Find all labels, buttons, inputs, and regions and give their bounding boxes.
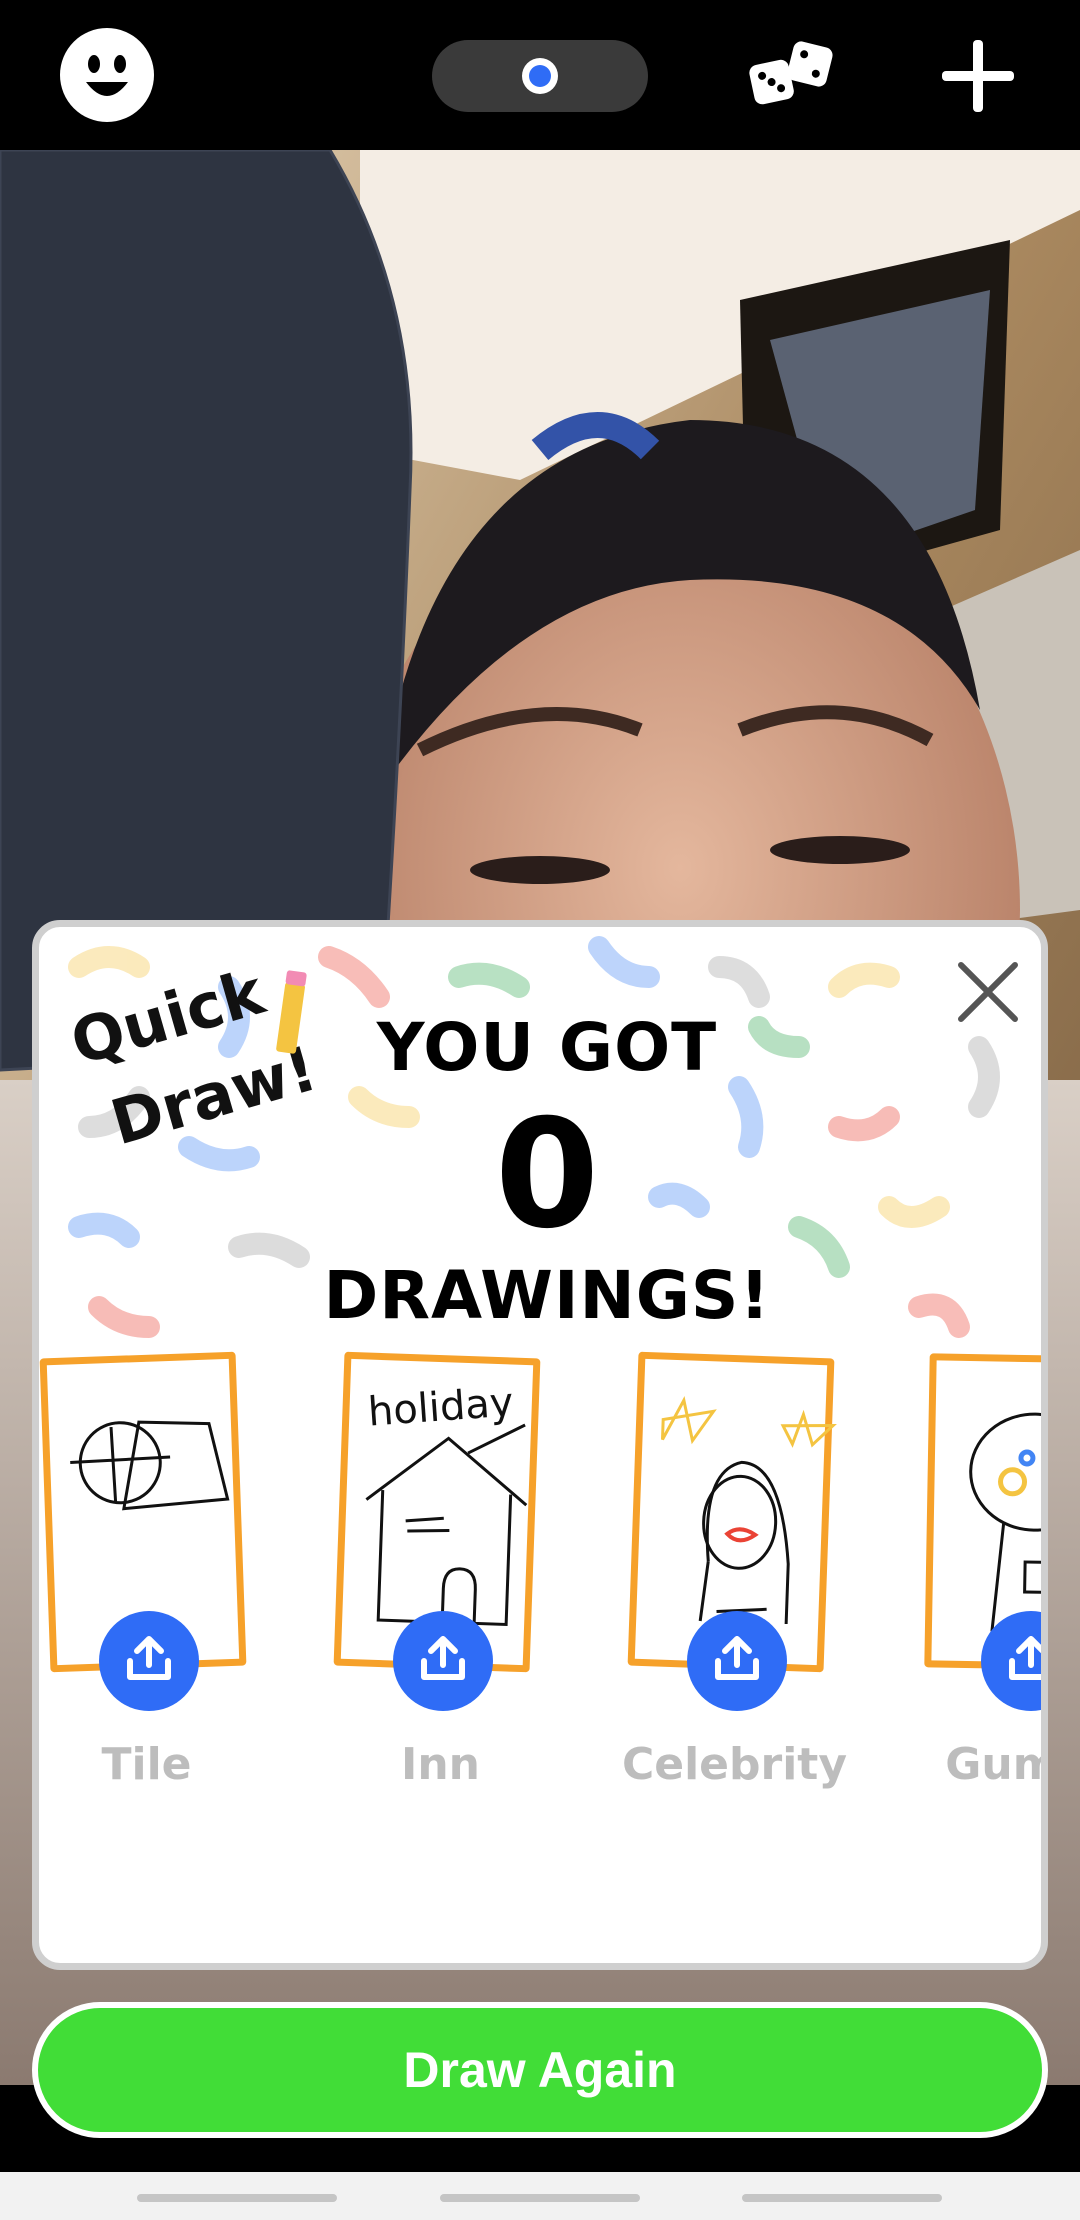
dice-icon[interactable] — [748, 38, 836, 110]
drawing-item[interactable]: Celebrity — [587, 1347, 882, 1817]
share-icon[interactable] — [393, 1611, 493, 1711]
drawing-label: Inn — [400, 1739, 481, 1790]
drawing-label: Gumdr — [945, 1739, 1041, 1790]
drawings-carousel[interactable]: Tile holiday Inn Celebrity Gu — [39, 1347, 1041, 1817]
draw-again-button[interactable]: Draw Again — [32, 2002, 1048, 2138]
headline-you-got: YOU GOT — [376, 1009, 718, 1086]
nav-handle[interactable] — [137, 2194, 337, 2202]
drawing-count: 0 — [494, 1088, 600, 1262]
plus-icon[interactable] — [936, 34, 1020, 118]
nav-handle[interactable] — [440, 2194, 640, 2202]
drawing-item[interactable]: holiday Inn — [293, 1347, 588, 1817]
headline-drawings: DRAWINGS! — [323, 1257, 771, 1334]
results-card: Quick Draw! YOU GOT 0 DRAWINGS! Tile hol… — [32, 920, 1048, 1970]
camera-toggle-icon — [522, 58, 558, 94]
drawing-label: Celebrity — [621, 1739, 848, 1790]
share-icon[interactable] — [687, 1611, 787, 1711]
camera-toggle[interactable] — [432, 40, 648, 112]
system-nav-bar — [0, 2172, 1080, 2220]
share-icon[interactable] — [99, 1611, 199, 1711]
doodle-text: holiday — [366, 1380, 514, 1436]
smiley-face-icon[interactable] — [60, 28, 154, 122]
top-bar — [0, 0, 1080, 150]
nav-handle[interactable] — [742, 2194, 942, 2202]
drawing-label: Tile — [101, 1739, 192, 1790]
drawing-item[interactable]: Gumdr — [881, 1347, 1041, 1817]
drawing-item[interactable]: Tile — [39, 1347, 294, 1817]
